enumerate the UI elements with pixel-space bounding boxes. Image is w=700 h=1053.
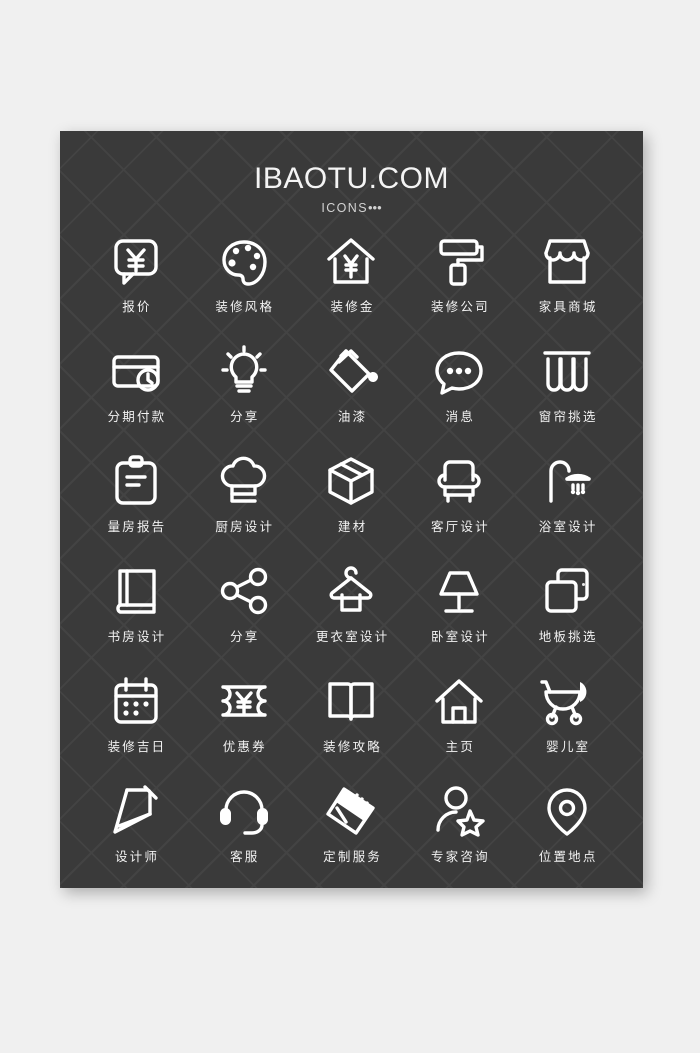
- icon-cell-paint-bucket[interactable]: 油漆: [298, 343, 406, 453]
- icon-cell-clothes-hanger[interactable]: 更衣室设计: [298, 563, 406, 673]
- icon-label: 设计师: [114, 848, 160, 864]
- icon-label: 量房报告: [107, 518, 167, 534]
- paint-bucket-icon[interactable]: [324, 343, 379, 399]
- person-star-icon[interactable]: [432, 783, 486, 839]
- icon-label: 报价: [122, 298, 152, 314]
- icon-cell-store[interactable]: 家具商城: [513, 233, 621, 343]
- shower-icon[interactable]: [540, 453, 594, 509]
- house-yuan-icon[interactable]: [324, 233, 378, 289]
- icon-label: 窗帘挑选: [538, 408, 598, 424]
- icon-cell-package-box[interactable]: 建材: [298, 453, 406, 563]
- icon-label: 客厅设计: [430, 518, 490, 534]
- icon-cell-armchair[interactable]: 客厅设计: [405, 453, 513, 563]
- icon-cell-table-lamp[interactable]: 卧室设计: [405, 563, 513, 673]
- icon-label: 消息: [445, 408, 476, 424]
- design-pen-icon[interactable]: [109, 783, 163, 839]
- table-lamp-icon[interactable]: [432, 563, 486, 619]
- icon-label: 位置地点: [538, 848, 598, 864]
- layered-squares-icon[interactable]: [540, 563, 594, 619]
- icon-label: 更衣室设计: [315, 628, 390, 644]
- icon-cell-paint-roller[interactable]: 装修公司: [405, 233, 513, 343]
- subtitle-text: ICONS: [321, 200, 368, 215]
- lightbulb-icon[interactable]: [217, 343, 271, 399]
- icon-sheet-panel: IBAOTU.COM ICONS••• 报价 装修风格 装修金 装修公司 家具商…: [60, 131, 643, 888]
- icon-cell-book[interactable]: 书房设计: [82, 563, 190, 673]
- icon-label: 婴儿室: [546, 738, 591, 754]
- icon-label: 分期付款: [107, 408, 167, 424]
- icon-label: 家具商城: [538, 298, 598, 314]
- icon-grid: 报价 装修风格 装修金 装修公司 家具商城 分期付款 分享 油漆 消息 窗帘挑选…: [60, 233, 643, 889]
- icon-cell-curtains[interactable]: 窗帘挑选: [513, 343, 621, 453]
- sheet-header: IBAOTU.COM ICONS•••: [60, 131, 643, 215]
- icon-cell-chef-hat[interactable]: 厨房设计: [190, 453, 298, 563]
- share-nodes-icon[interactable]: [217, 563, 271, 619]
- icon-cell-baby-stroller[interactable]: 婴儿室: [513, 673, 621, 783]
- icon-label: 优惠券: [222, 738, 267, 754]
- curtains-icon[interactable]: [540, 343, 594, 399]
- icon-label: 客服: [230, 848, 260, 864]
- subtitle-dots: •••: [367, 199, 382, 215]
- icon-label: 定制服务: [323, 848, 382, 864]
- location-pin-icon[interactable]: [540, 783, 594, 839]
- chef-hat-icon[interactable]: [217, 453, 271, 509]
- credit-card-clock-icon[interactable]: [109, 343, 163, 399]
- icon-label: 装修风格: [215, 298, 275, 314]
- icon-cell-shower[interactable]: 浴室设计: [513, 453, 621, 563]
- clothes-hanger-icon[interactable]: [324, 563, 378, 619]
- icon-cell-chat-bubble[interactable]: 消息: [405, 343, 513, 453]
- icon-label: 油漆: [337, 408, 368, 424]
- icon-cell-house-yuan[interactable]: 装修金: [298, 233, 406, 343]
- page-title: IBAOTU.COM: [253, 162, 449, 195]
- clipboard-icon[interactable]: [109, 453, 163, 509]
- calendar-icon[interactable]: [109, 673, 163, 729]
- icon-label: 装修吉日: [107, 738, 167, 754]
- icon-label: 专家咨询: [430, 848, 490, 864]
- icon-cell-clipboard[interactable]: 量房报告: [82, 453, 190, 563]
- store-icon[interactable]: [540, 233, 594, 289]
- icon-cell-person-star[interactable]: 专家咨询: [405, 783, 513, 889]
- icon-label: 装修攻略: [323, 738, 382, 754]
- page-subtitle: ICONS•••: [60, 200, 643, 215]
- icon-label: 卧室设计: [430, 628, 490, 644]
- icon-cell-headset[interactable]: 客服: [190, 783, 298, 889]
- icon-label: 地板挑选: [538, 628, 598, 644]
- icon-label: 厨房设计: [215, 518, 275, 534]
- icon-label: 装修公司: [430, 298, 490, 314]
- icon-cell-home[interactable]: 主页: [405, 673, 513, 783]
- baby-stroller-icon[interactable]: [540, 673, 594, 729]
- icon-cell-credit-card-clock[interactable]: 分期付款: [82, 343, 190, 453]
- icon-label: 装修金: [330, 298, 375, 314]
- icon-cell-layered-squares[interactable]: 地板挑选: [513, 563, 621, 673]
- icon-cell-ruler[interactable]: 定制服务: [298, 783, 406, 889]
- chat-bubble-icon[interactable]: [432, 343, 486, 399]
- headset-icon[interactable]: [217, 783, 271, 839]
- screenshot-canvas: IBAOTU.COM ICONS••• 报价 装修风格 装修金 装修公司 家具商…: [0, 0, 700, 1053]
- armchair-icon[interactable]: [432, 453, 486, 509]
- palette-icon[interactable]: [217, 233, 271, 289]
- icon-label: 书房设计: [107, 628, 167, 644]
- icon-label: 主页: [445, 738, 476, 754]
- icon-label: 建材: [337, 518, 368, 534]
- price-quote-bubble-icon[interactable]: [109, 233, 163, 289]
- coupon-yuan-icon[interactable]: [217, 673, 271, 729]
- package-box-icon[interactable]: [324, 453, 378, 509]
- icon-label: 分享: [230, 408, 260, 424]
- icon-cell-price-quote-bubble[interactable]: 报价: [82, 233, 190, 343]
- icon-cell-design-pen[interactable]: 设计师: [82, 783, 190, 889]
- icon-cell-coupon-yuan[interactable]: 优惠券: [190, 673, 298, 783]
- ruler-icon[interactable]: [324, 783, 378, 839]
- paint-roller-icon[interactable]: [432, 233, 486, 289]
- icon-cell-lightbulb[interactable]: 分享: [190, 343, 298, 453]
- icon-cell-calendar[interactable]: 装修吉日: [82, 673, 190, 783]
- icon-label: 浴室设计: [538, 518, 598, 534]
- stray-dot-mark: [582, 583, 585, 586]
- icon-label: 分享: [230, 628, 260, 644]
- open-book-icon[interactable]: [324, 673, 378, 729]
- book-icon[interactable]: [109, 563, 163, 619]
- icon-cell-open-book[interactable]: 装修攻略: [298, 673, 406, 783]
- icon-cell-share-nodes[interactable]: 分享: [190, 563, 298, 673]
- icon-cell-palette[interactable]: 装修风格: [190, 233, 298, 343]
- home-icon[interactable]: [432, 673, 486, 729]
- icon-cell-location-pin[interactable]: 位置地点: [513, 783, 621, 889]
